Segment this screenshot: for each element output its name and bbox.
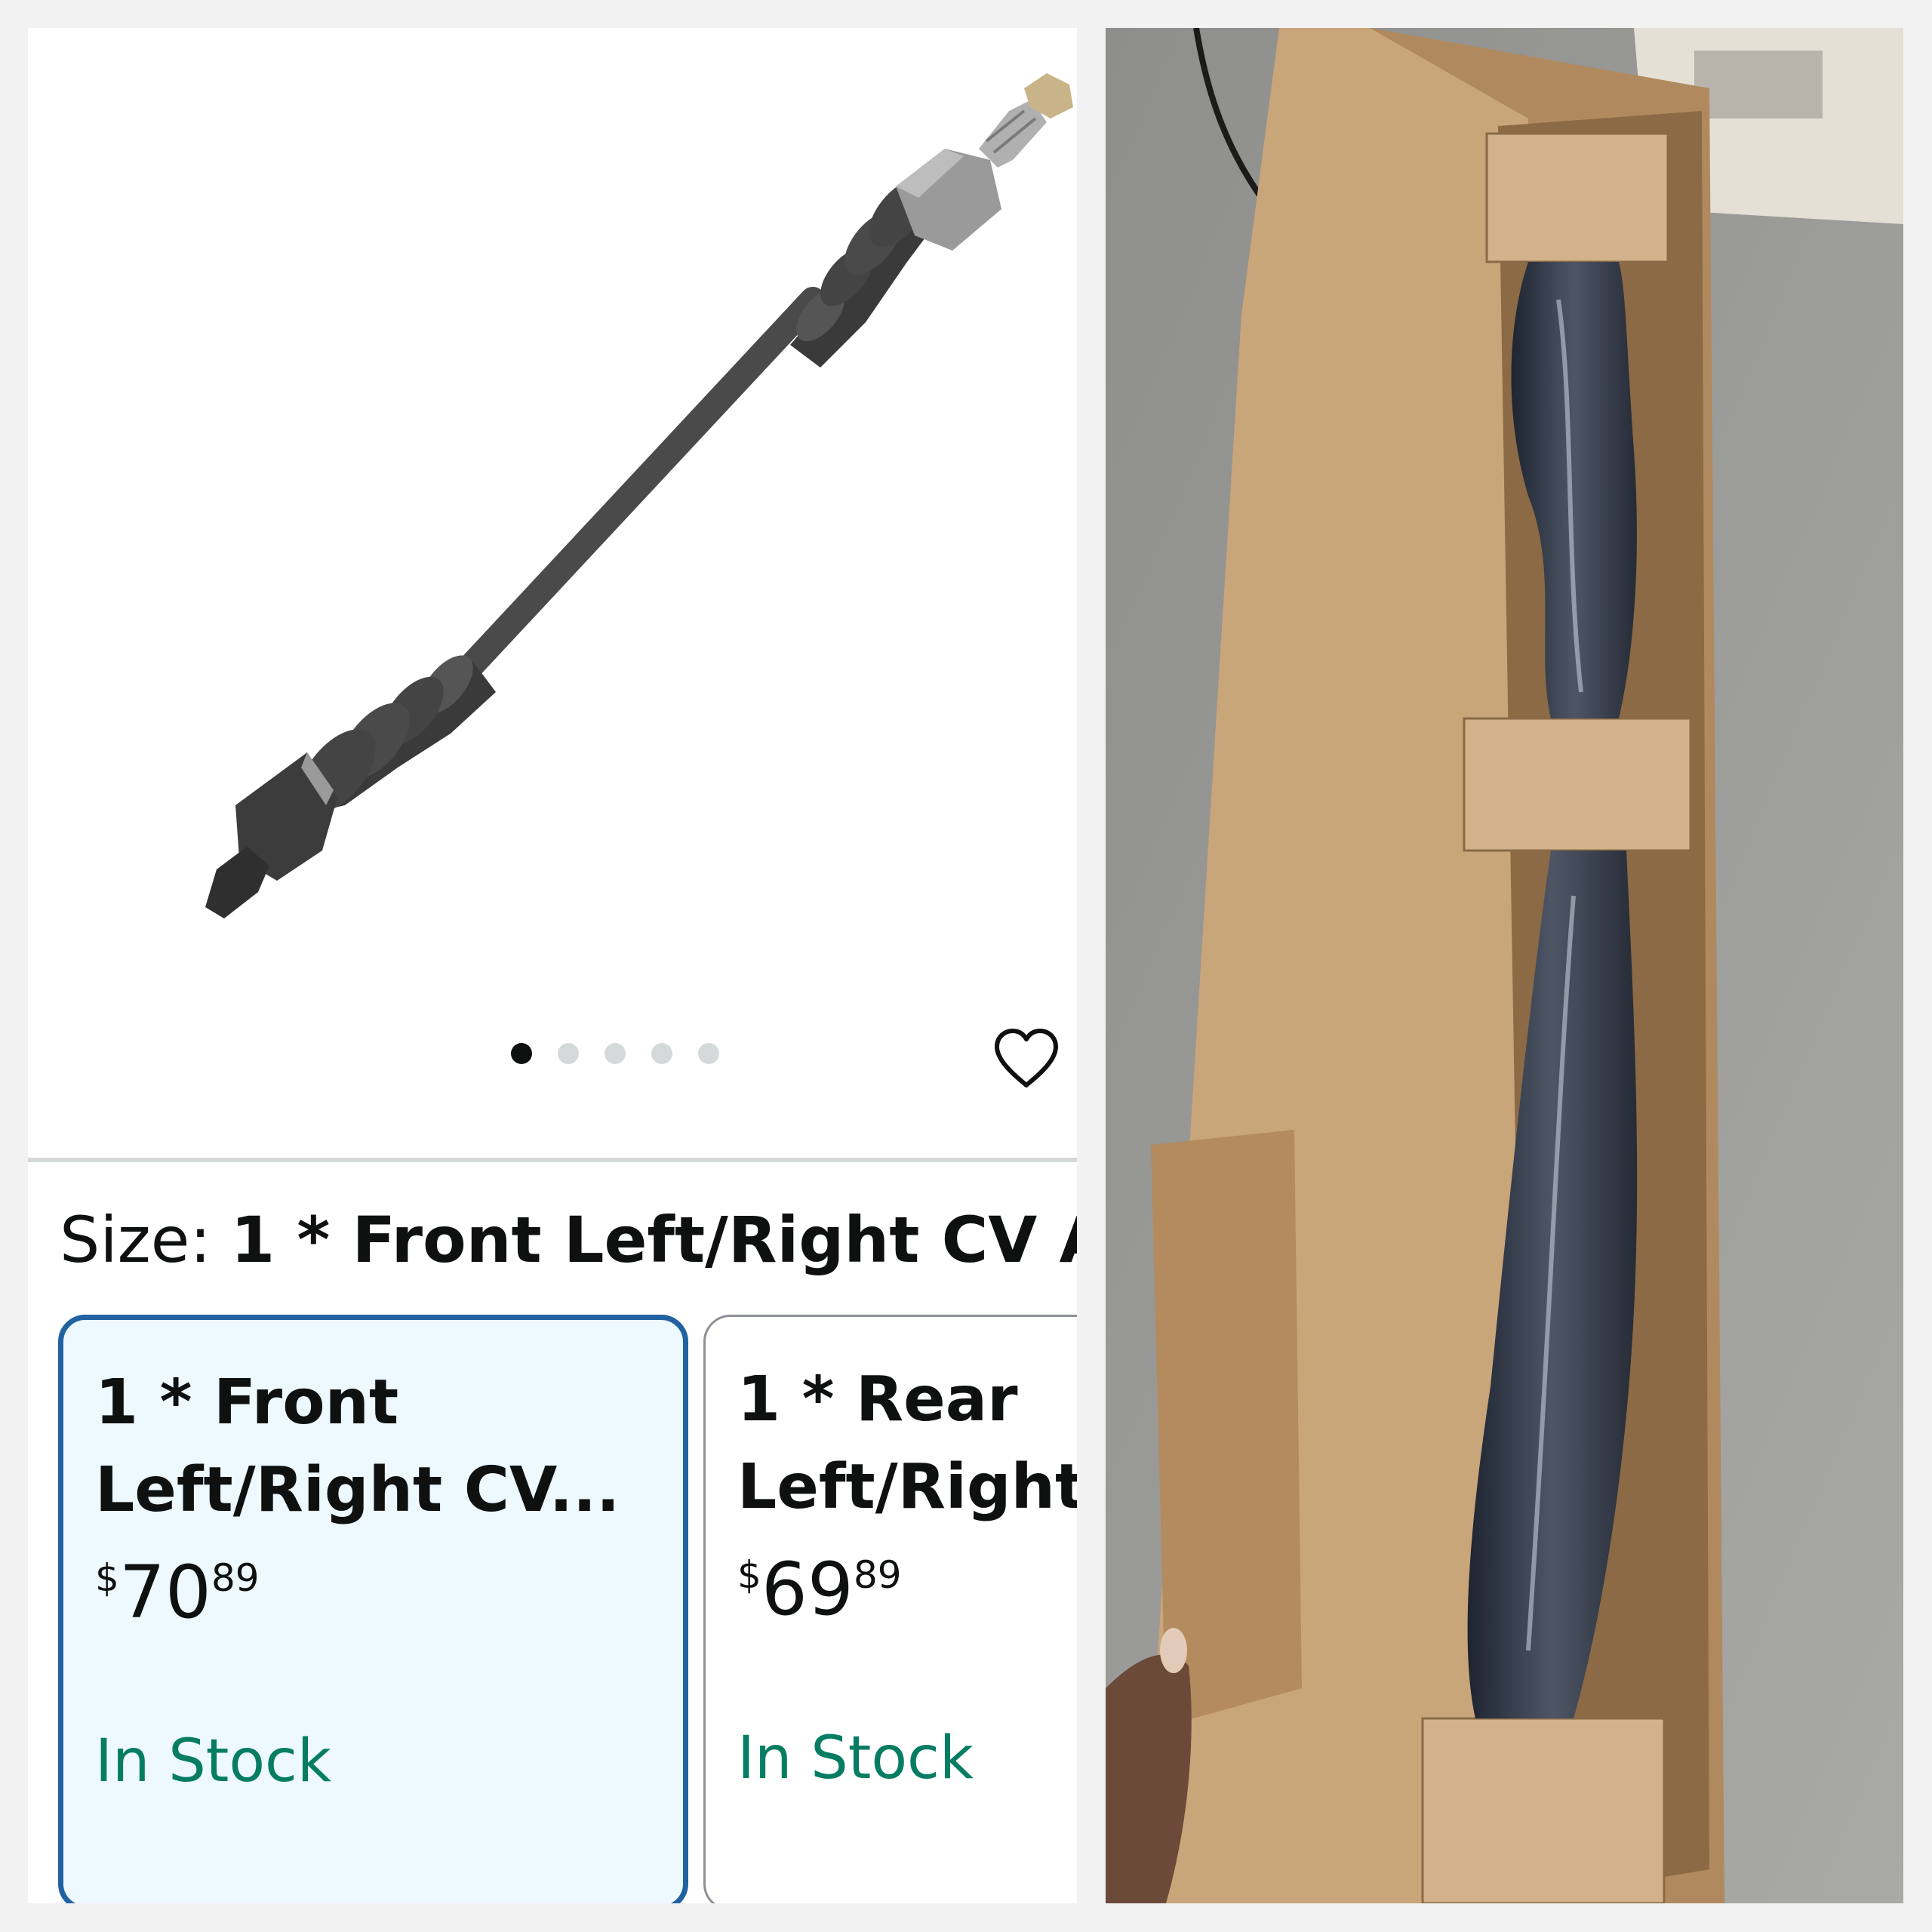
image-carousel-dots (28, 1043, 1077, 1073)
option-title-line1: 1 * Front (95, 1367, 399, 1438)
size-option-front[interactable]: 1 * Front Left/Right CV... $7089 In Stoc… (58, 1315, 688, 1903)
price-symbol: $ (737, 1553, 761, 1597)
customer-photo (1106, 28, 1903, 1903)
carousel-dot[interactable] (605, 1043, 626, 1064)
option-title: 1 * Front Left/Right CV... (95, 1359, 620, 1534)
carousel-dot[interactable] (511, 1043, 532, 1064)
size-selected-value: 1 * Front Left/Right CV Ax (230, 1203, 1077, 1277)
price-fraction: 89 (853, 1553, 902, 1597)
option-price: $7089 (95, 1550, 260, 1635)
carousel-dot[interactable] (651, 1043, 672, 1064)
lower-cv-joint (205, 655, 496, 918)
carousel-dot[interactable] (698, 1043, 719, 1064)
size-selector-heading: Size: 1 * Front Left/Right CV Ax (60, 1205, 1077, 1275)
product-panel: Size: 1 * Front Left/Right CV Ax 1 * Fron… (28, 28, 1077, 1903)
heart-icon[interactable] (992, 1028, 1060, 1090)
size-option-rear[interactable]: 1 * Rear Left/Right $6989 In Stock (703, 1315, 1077, 1903)
section-divider (28, 1158, 1077, 1162)
option-title: 1 * Rear Left/Right (737, 1356, 1077, 1531)
option-title-line2: Left/Right (737, 1451, 1077, 1523)
product-image[interactable] (28, 28, 1077, 1001)
option-price: $6989 (737, 1547, 902, 1632)
stock-status: In Stock (737, 1724, 974, 1792)
price-fraction: 89 (211, 1556, 260, 1600)
boxed-axle-photo (1106, 28, 1903, 1903)
upper-cv-joint (790, 73, 1073, 368)
option-title-line1: 1 * Rear (737, 1364, 1018, 1435)
price-symbol: $ (95, 1556, 119, 1600)
size-label: Size: (60, 1203, 211, 1277)
carousel-dot[interactable] (558, 1043, 579, 1064)
price-whole: 70 (118, 1550, 211, 1635)
price-whole: 69 (761, 1547, 854, 1632)
stock-status: In Stock (95, 1727, 332, 1795)
option-title-line2: Left/Right CV... (95, 1454, 620, 1526)
